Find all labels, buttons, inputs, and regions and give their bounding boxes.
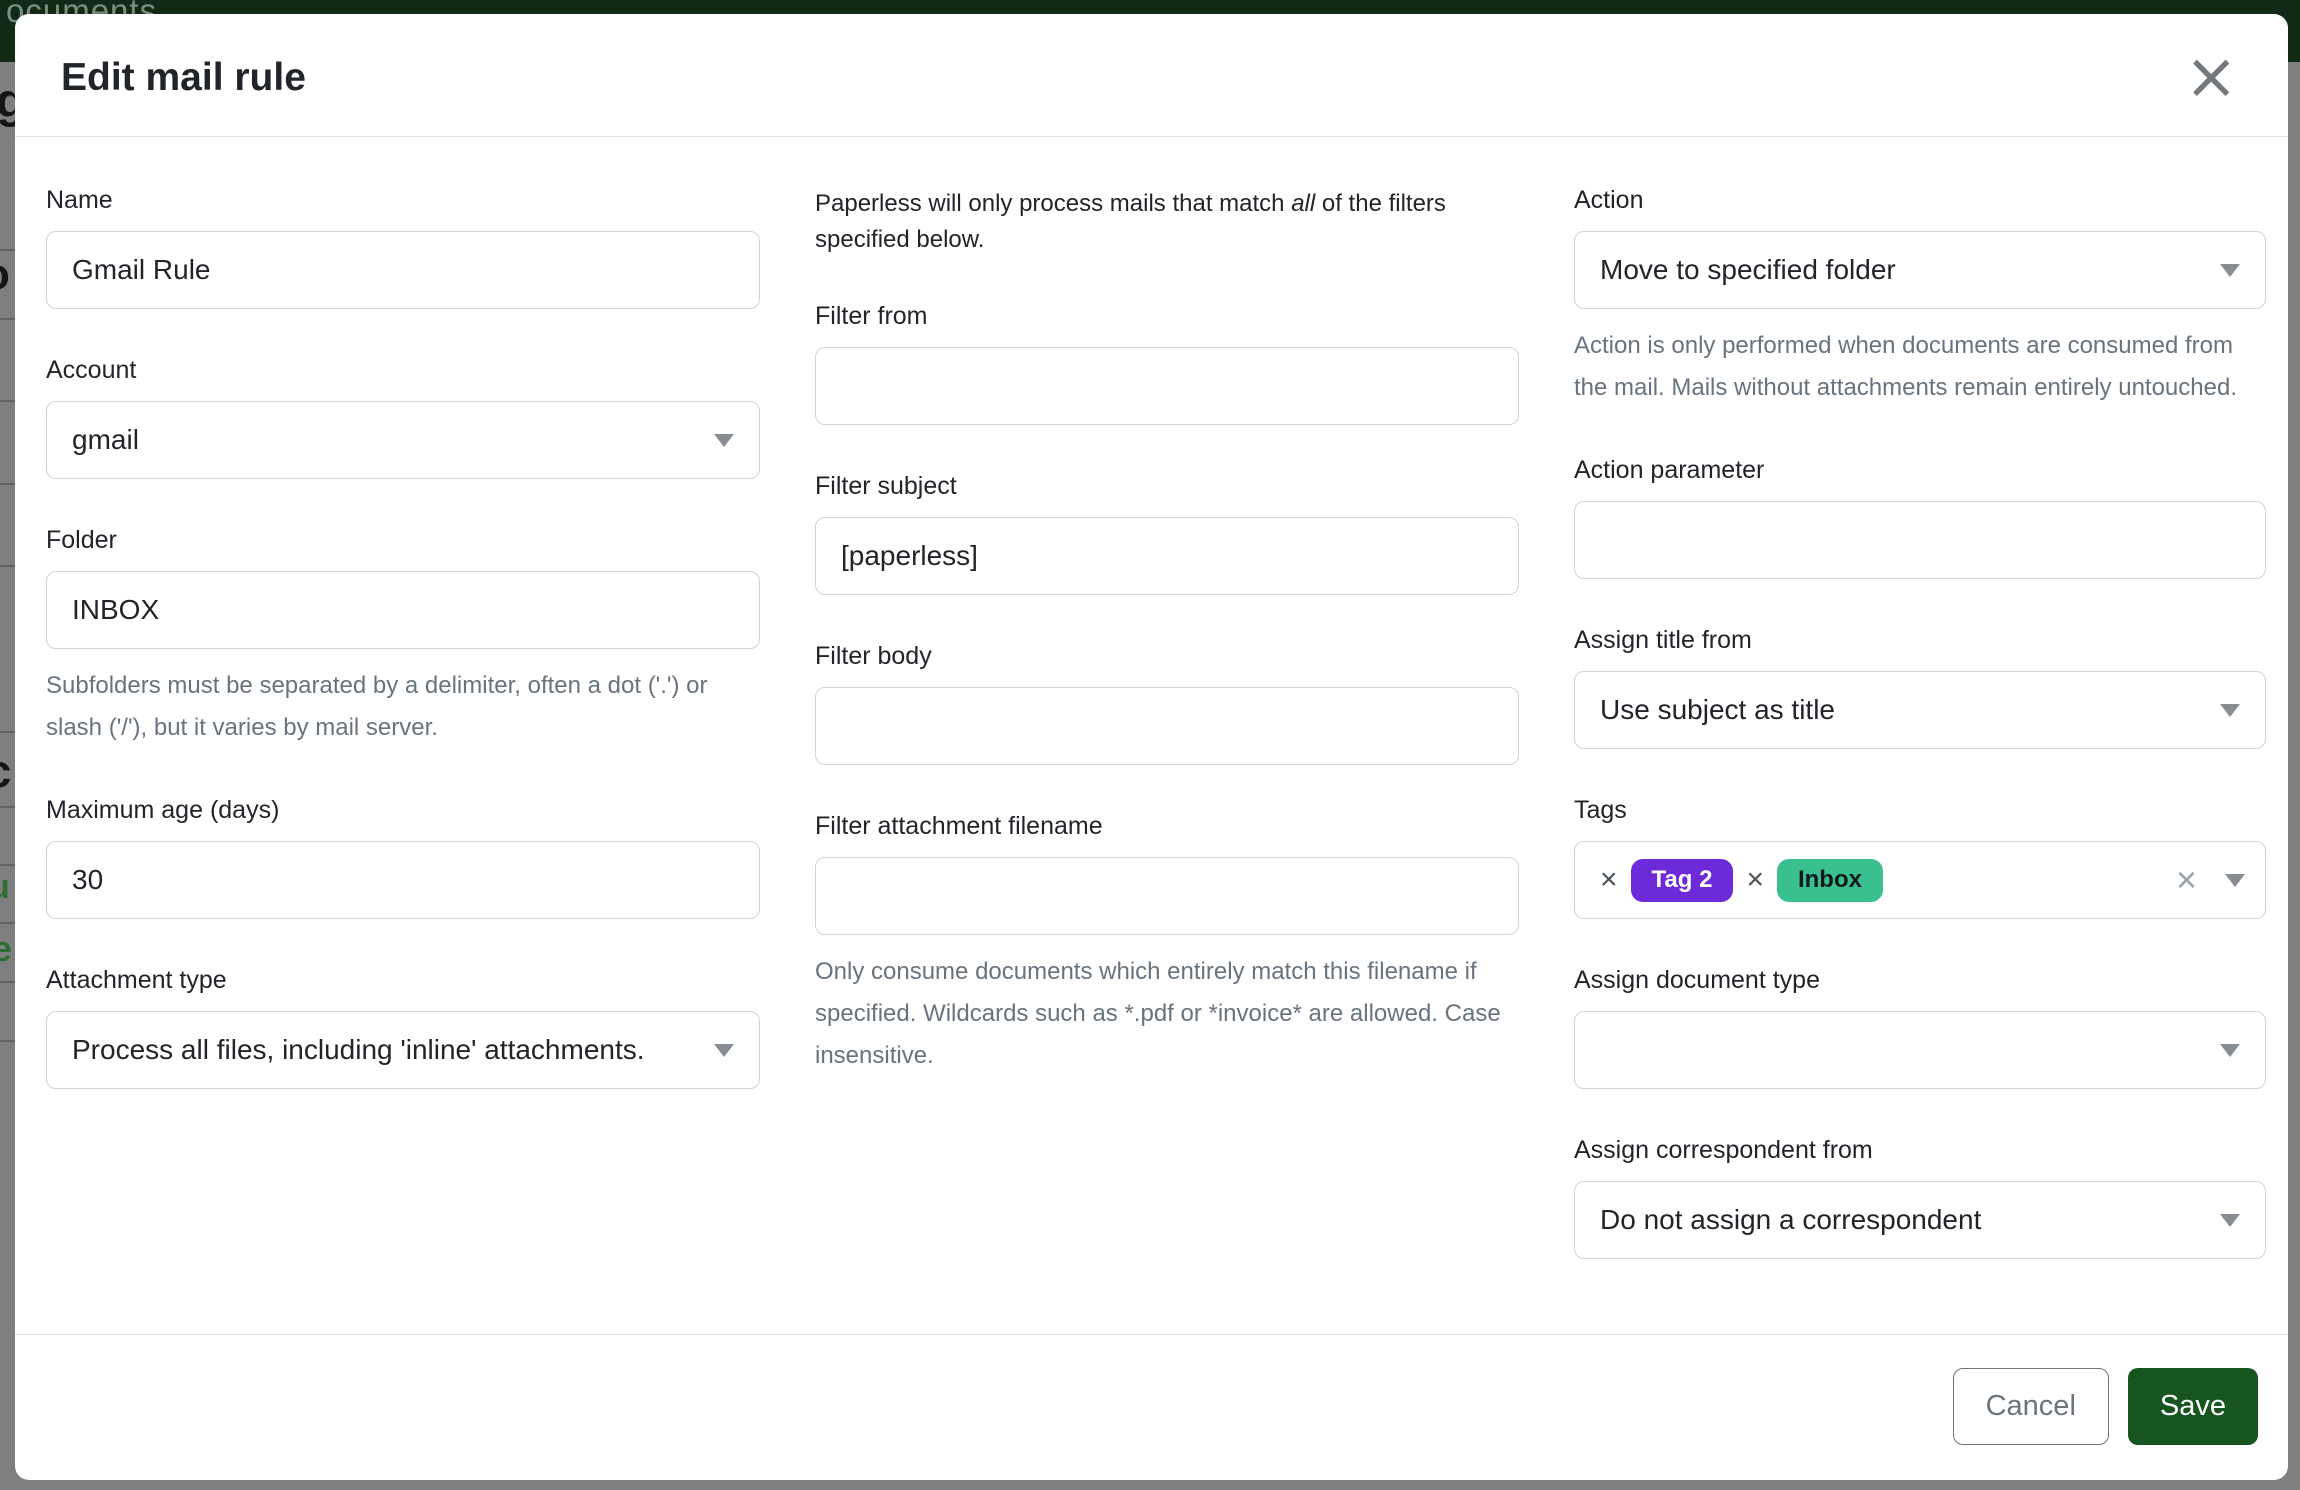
- folder-value: INBOX: [72, 594, 159, 626]
- attachment-type-field-group: Attachment type Process all files, inclu…: [46, 966, 760, 1089]
- folder-input[interactable]: INBOX: [46, 571, 760, 649]
- chevron-down-icon: [2220, 704, 2240, 717]
- chevron-down-icon: [714, 434, 734, 447]
- attachment-type-value: Process all files, including 'inline' at…: [72, 1034, 645, 1066]
- name-field-group: Name Gmail Rule: [46, 186, 760, 309]
- name-input[interactable]: Gmail Rule: [46, 231, 760, 309]
- row-divider: [0, 249, 16, 251]
- assign-doc-type-field-group: Assign document type: [1574, 966, 2266, 1089]
- action-hint: Action is only performed when documents …: [1574, 325, 2266, 409]
- remove-tag-icon[interactable]: ×: [1600, 863, 1618, 897]
- filter-from-label: Filter from: [815, 302, 1519, 331]
- filter-subject-value: [paperless]: [841, 540, 978, 572]
- row-divider: [0, 922, 16, 924]
- page-title: Edit mail rule: [61, 56, 306, 100]
- column-filters: Paperless will only process mails that m…: [815, 186, 1519, 1306]
- assign-title-field-group: Assign title from Use subject as title: [1574, 626, 2266, 749]
- filter-body-label: Filter body: [815, 642, 1519, 671]
- max-age-field-group: Maximum age (days) 30: [46, 796, 760, 919]
- tags-select[interactable]: × Tag 2 × Inbox ×: [1574, 841, 2266, 919]
- filter-from-field-group: Filter from: [815, 302, 1519, 425]
- action-parameter-label: Action parameter: [1574, 456, 2266, 485]
- name-value: Gmail Rule: [72, 254, 210, 286]
- action-field-group: Action Move to specified folder Action i…: [1574, 186, 2266, 409]
- chevron-down-icon: [2220, 1044, 2240, 1057]
- tag-chip: Inbox: [1777, 859, 1883, 902]
- max-age-input[interactable]: 30: [46, 841, 760, 919]
- row-divider: [0, 483, 16, 485]
- row-divider: [0, 400, 16, 402]
- action-label: Action: [1574, 186, 2266, 215]
- filter-subject-input[interactable]: [paperless]: [815, 517, 1519, 595]
- filter-body-field-group: Filter body: [815, 642, 1519, 765]
- chevron-down-icon: [2220, 1214, 2240, 1227]
- folder-field-group: Folder INBOX Subfolders must be separate…: [46, 526, 760, 749]
- max-age-value: 30: [72, 864, 103, 896]
- assign-correspondent-select[interactable]: Do not assign a correspondent: [1574, 1181, 2266, 1259]
- action-select[interactable]: Move to specified folder: [1574, 231, 2266, 309]
- filter-from-input[interactable]: [815, 347, 1519, 425]
- remove-tag-icon[interactable]: ×: [1746, 863, 1764, 897]
- account-field-group: Account gmail: [46, 356, 760, 479]
- attachment-type-select[interactable]: Process all files, including 'inline' at…: [46, 1011, 760, 1089]
- filter-subject-label: Filter subject: [815, 472, 1519, 501]
- row-divider: [0, 731, 16, 733]
- chevron-down-icon: [2220, 264, 2240, 277]
- row-divider: [0, 318, 16, 320]
- filter-attachment-label: Filter attachment filename: [815, 812, 1519, 841]
- close-icon[interactable]: ×: [2184, 56, 2238, 98]
- filter-attachment-field-group: Filter attachment filename Only consume …: [815, 812, 1519, 1078]
- name-label: Name: [46, 186, 760, 215]
- tag-chip: Tag 2: [1631, 859, 1734, 902]
- assign-doc-type-label: Assign document type: [1574, 966, 2266, 995]
- row-divider: [0, 565, 16, 567]
- chevron-down-icon: [2225, 874, 2245, 887]
- background-text-fragment: lc: [0, 744, 11, 798]
- assign-title-label: Assign title from: [1574, 626, 2266, 655]
- row-divider: [0, 95, 16, 97]
- folder-hint: Subfolders must be separated by a delimi…: [46, 665, 760, 749]
- filter-subject-field-group: Filter subject [paperless]: [815, 472, 1519, 595]
- assign-title-select[interactable]: Use subject as title: [1574, 671, 2266, 749]
- row-divider: [0, 864, 16, 866]
- tags-label: Tags: [1574, 796, 2266, 825]
- row-divider: [0, 981, 16, 983]
- action-parameter-input[interactable]: [1574, 501, 2266, 579]
- max-age-label: Maximum age (days): [46, 796, 760, 825]
- edit-mail-rule-dialog: Edit mail rule × Name Gmail Rule Account…: [15, 14, 2288, 1480]
- assign-correspondent-value: Do not assign a correspondent: [1600, 1204, 1981, 1236]
- dialog-footer: Cancel Save: [15, 1334, 2288, 1480]
- dialog-body: Name Gmail Rule Account gmail Folder INB: [15, 137, 2288, 1334]
- save-button[interactable]: Save: [2128, 1368, 2258, 1445]
- dialog-header: Edit mail rule ×: [15, 14, 2288, 137]
- column-general: Name Gmail Rule Account gmail Folder INB: [46, 186, 760, 1306]
- clear-all-icon[interactable]: ×: [2176, 859, 2197, 901]
- column-actions: Action Move to specified folder Action i…: [1574, 186, 2266, 1306]
- attachment-type-label: Attachment type: [46, 966, 760, 995]
- tags-field-group: Tags × Tag 2 × Inbox ×: [1574, 796, 2266, 919]
- assign-doc-type-select[interactable]: [1574, 1011, 2266, 1089]
- action-value: Move to specified folder: [1600, 254, 1896, 286]
- screen: ocuments g o lc u e Edit mail rule × Nam…: [0, 0, 2300, 1490]
- assign-title-value: Use subject as title: [1600, 694, 1835, 726]
- account-select[interactable]: gmail: [46, 401, 760, 479]
- filters-intro-text: Paperless will only process mails that m…: [815, 186, 1515, 259]
- action-parameter-field-group: Action parameter: [1574, 456, 2266, 579]
- background-link-fragment: u: [0, 868, 10, 907]
- assign-correspondent-field-group: Assign correspondent from Do not assign …: [1574, 1136, 2266, 1259]
- background-link-fragment: e: [0, 928, 12, 970]
- background-text-fragment: o: [0, 250, 10, 300]
- cancel-button[interactable]: Cancel: [1953, 1368, 2109, 1445]
- filter-attachment-input[interactable]: [815, 857, 1519, 935]
- filter-attachment-hint: Only consume documents which entirely ma…: [815, 951, 1519, 1078]
- assign-correspondent-label: Assign correspondent from: [1574, 1136, 2266, 1165]
- row-divider: [0, 1040, 16, 1042]
- folder-label: Folder: [46, 526, 760, 555]
- filter-body-input[interactable]: [815, 687, 1519, 765]
- chevron-down-icon: [714, 1044, 734, 1057]
- account-value: gmail: [72, 424, 139, 456]
- row-divider: [0, 806, 16, 808]
- account-label: Account: [46, 356, 760, 385]
